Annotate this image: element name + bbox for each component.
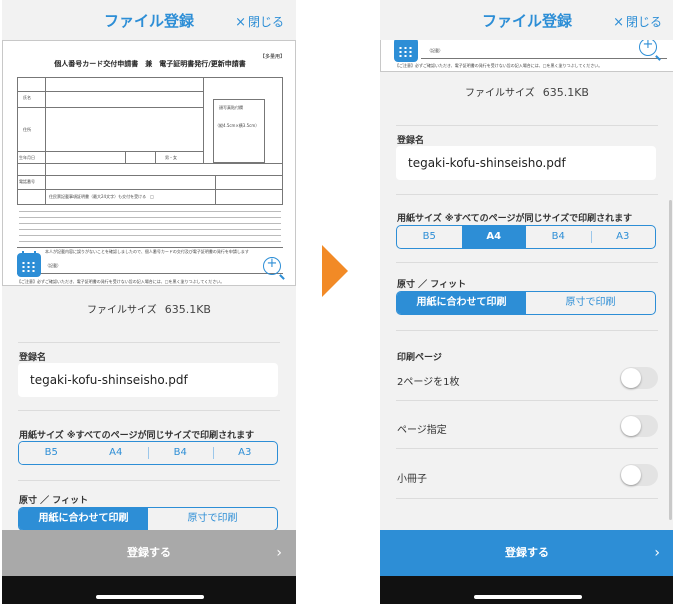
close-button[interactable]: × 閉じる	[235, 13, 284, 30]
file-size-info: ファイルサイズ 635.1KB	[2, 290, 296, 326]
home-bar	[2, 576, 296, 604]
actual-size-option[interactable]: 原寸で印刷	[526, 292, 655, 314]
home-bar	[380, 576, 673, 604]
paper-size-label: 用紙サイズ ※すべてのページが同じサイズで印刷されます	[397, 214, 633, 224]
calendar-button[interactable]	[17, 251, 41, 277]
fit-label: 原寸 ／ フィット	[397, 280, 467, 290]
scrollbar[interactable]	[669, 200, 672, 520]
register-label: 登録する	[505, 546, 549, 559]
two-in-one-toggle[interactable]	[620, 367, 658, 389]
actual-size-option[interactable]: 原寸で印刷	[148, 508, 277, 530]
field-gender-label: 男・女	[165, 155, 177, 160]
document-top-strip: 【ご注意】必ずご確認いただき、電子証明書の発行を受けない旨の記入場合には、□を黒…	[17, 279, 225, 284]
notice-text: 本人が記載内容に誤りがないことを確認しましたので、個人番号カードの交付及び電子証…	[45, 249, 249, 254]
file-size-label: ファイルサイズ	[465, 88, 535, 99]
close-label: 閉じる	[247, 15, 284, 29]
fit-selector: 用紙に合わせて印刷 原寸で印刷	[18, 507, 278, 531]
application-form-image: 【多量用】 個人番号カード交付申請書 兼 電子証明書発行/更新申請書 氏名 住所…	[15, 51, 285, 276]
fit-to-paper-option[interactable]: 用紙に合わせて印刷	[19, 508, 148, 530]
register-button[interactable]: 登録する ›	[2, 530, 296, 576]
name-label: 登録名	[19, 353, 47, 363]
header: ファイル登録 × 閉じる	[2, 0, 296, 40]
name-field[interactable]: tegaki-kofu-shinseisho.pdf	[18, 363, 278, 397]
print-pages-label: 印刷ページ	[397, 353, 442, 363]
home-indicator[interactable]	[96, 595, 204, 599]
photo-size: （縦4.5cm×横3.5cm）	[215, 123, 260, 128]
field-name-label: 氏名	[23, 95, 31, 100]
document-preview[interactable]: 【多量用】 個人番号カード交付申請書 兼 電子証明書発行/更新申請書 氏名 住所…	[2, 40, 296, 286]
calendar-button[interactable]	[394, 36, 418, 62]
zoom-in-button[interactable]	[263, 256, 281, 275]
chevron-right-icon: ›	[654, 545, 660, 561]
file-size-info: ファイルサイズ 635.1KB	[380, 73, 673, 109]
two-in-one-label: 2ページを1枚	[397, 377, 460, 388]
paper-size-b5[interactable]: B5	[397, 226, 462, 248]
paper-size-b4[interactable]: B4	[526, 226, 591, 248]
header: ファイル登録 × 閉じる	[380, 0, 673, 40]
field-address-label: 住所	[23, 127, 31, 132]
booklet-toggle[interactable]	[620, 464, 658, 486]
close-icon: ×	[613, 15, 624, 30]
sign-text: （記載）	[45, 263, 61, 268]
paper-size-label: 用紙サイズ ※すべてのページが同じサイズで印刷されます	[19, 431, 255, 441]
sign-text: （記載）	[427, 48, 443, 53]
consent-text: 住民票記載事項証明書（最大24文字）も交付を受ける □	[49, 194, 154, 199]
register-label: 登録する	[127, 546, 171, 559]
photo-label: 顔写真貼付欄	[219, 105, 243, 110]
register-button[interactable]: 登録する ›	[380, 530, 673, 576]
paper-size-a4[interactable]: A4	[461, 226, 526, 248]
home-indicator[interactable]	[474, 595, 582, 599]
field-dob-label: 生年月日	[19, 155, 35, 160]
paper-size-selector: B5 A4 B4 A3	[18, 441, 278, 465]
fit-selector: 用紙に合わせて印刷 原寸で印刷	[396, 291, 656, 315]
file-size-label: ファイルサイズ	[87, 305, 157, 316]
page-range-label: ページ指定	[397, 425, 447, 436]
paper-size-a4[interactable]: A4	[84, 442, 149, 464]
paper-size-a3[interactable]: A3	[590, 226, 656, 248]
file-size-value: 635.1KB	[164, 303, 211, 316]
zoom-in-button[interactable]	[639, 37, 657, 56]
name-label: 登録名	[397, 136, 425, 146]
close-button[interactable]: × 閉じる	[613, 13, 662, 30]
transition-arrow-icon	[322, 245, 348, 297]
calendar-icon	[22, 251, 36, 255]
paper-size-selector: B5 A4 B4 A3	[396, 225, 656, 249]
page-range-toggle[interactable]	[620, 415, 658, 437]
document-title: 個人番号カード交付申請書 兼 電子証明書発行/更新申請書	[54, 60, 246, 68]
document-top-strip: 【ご注意】必ずご確認いただき、電子証明書の発行を受けない旨の記入場合には、□を黒…	[395, 63, 603, 68]
booklet-label: 小冊子	[397, 474, 427, 485]
close-icon: ×	[235, 15, 246, 30]
phone-screen-before: ファイル登録 × 閉じる 【多量用】 個人番号カード交付申請書 兼 電子証明書発行…	[2, 0, 296, 604]
file-size-value: 635.1KB	[542, 86, 589, 99]
close-label: 閉じる	[625, 15, 662, 29]
paper-size-b4[interactable]: B4	[148, 442, 213, 464]
fit-label: 原寸 ／ フィット	[19, 496, 89, 506]
field-phone-label: 電話番号	[19, 179, 35, 184]
chevron-right-icon: ›	[276, 545, 282, 561]
phone-screen-after: ファイル登録 × 閉じる （記載） 【ご注意】必ずご確認いただき、電子証明書の発行…	[380, 0, 673, 604]
name-field[interactable]: tegaki-kofu-shinseisho.pdf	[396, 146, 656, 180]
paper-size-a3[interactable]: A3	[212, 442, 278, 464]
paper-size-b5[interactable]: B5	[19, 442, 84, 464]
fit-to-paper-option[interactable]: 用紙に合わせて印刷	[397, 292, 526, 314]
